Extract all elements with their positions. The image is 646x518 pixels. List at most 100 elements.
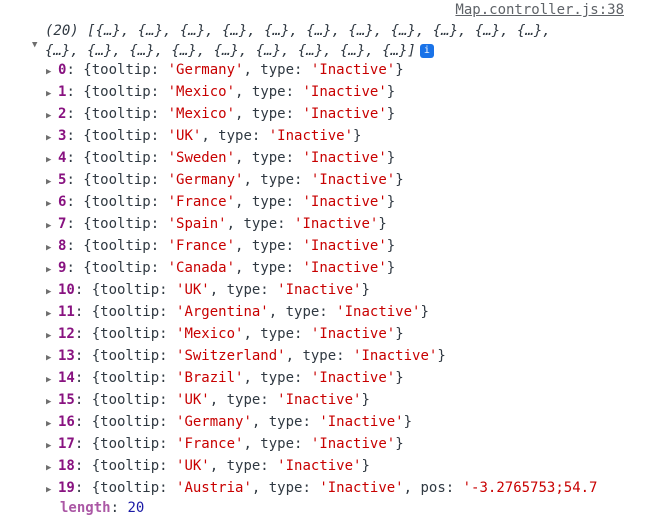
- type-value: 'Inactive': [310, 172, 396, 188]
- type-value: 'Inactive': [302, 238, 387, 254]
- expand-triangle-icon[interactable]: ▶: [46, 215, 58, 237]
- item-index: 11: [58, 304, 75, 320]
- tooltip-value: 'Mexico': [167, 106, 236, 122]
- tooltip-value: 'Mexico': [167, 84, 236, 100]
- item-index: 18: [58, 458, 75, 474]
- type-value: 'Inactive': [277, 282, 362, 298]
- array-item-row[interactable]: ▶ 6: {tooltip: 'France', type: 'Inactive'…: [46, 191, 597, 213]
- tooltip-value: 'Spain': [167, 216, 227, 232]
- tooltip-value: 'Germany': [167, 172, 244, 188]
- array-item-row[interactable]: ▶ 2: {tooltip: 'Mexico', type: 'Inactive'…: [46, 103, 597, 125]
- expand-triangle-icon[interactable]: ▶: [46, 457, 58, 479]
- item-index: 13: [58, 348, 75, 364]
- type-value: 'Inactive': [336, 304, 421, 320]
- item-index: 10: [58, 282, 75, 298]
- tooltip-value: 'Austria': [176, 480, 252, 496]
- tooltip-value: 'Argentina': [176, 304, 269, 320]
- type-value: 'Inactive': [302, 106, 387, 122]
- expand-triangle-icon[interactable]: ▶: [46, 303, 58, 325]
- tooltip-value: 'Mexico': [176, 326, 244, 342]
- type-value: 'Inactive': [277, 392, 362, 408]
- type-value: 'Inactive': [310, 62, 396, 78]
- expand-triangle-icon[interactable]: ▼: [32, 35, 37, 55]
- array-item-row[interactable]: ▶ 8: {tooltip: 'France', type: 'Inactive'…: [46, 235, 597, 257]
- array-item-row[interactable]: ▶ 4: {tooltip: 'Sweden', type: 'Inactive'…: [46, 147, 597, 169]
- type-value: 'Inactive': [277, 458, 362, 474]
- item-index: 15: [58, 392, 75, 408]
- tooltip-value: 'France': [176, 436, 244, 452]
- array-items: ▶ 0: {tooltip: 'Germany', type: 'Inactive…: [46, 59, 597, 499]
- item-index: 17: [58, 436, 75, 452]
- array-item-row[interactable]: ▶ 12: {tooltip: 'Mexico', type: 'Inactive…: [46, 323, 597, 345]
- expand-triangle-icon[interactable]: ▶: [46, 237, 58, 259]
- type-value: 'Inactive': [353, 348, 438, 364]
- expand-triangle-icon[interactable]: ▶: [46, 413, 58, 435]
- pos-value: '-3.2765753;54.7: [462, 480, 598, 496]
- source-link[interactable]: Map.controller.js:38: [455, 0, 624, 20]
- length-value: 20: [127, 500, 145, 516]
- expand-triangle-icon[interactable]: ▶: [46, 435, 58, 457]
- type-value: 'Inactive': [319, 480, 404, 496]
- tooltip-value: 'UK': [176, 392, 210, 408]
- type-value: 'Inactive': [302, 260, 387, 276]
- item-index: 19: [58, 480, 75, 496]
- array-item-row[interactable]: ▶ 15: {tooltip: 'UK', type: 'Inactive'}: [46, 389, 597, 411]
- expand-triangle-icon[interactable]: ▶: [46, 193, 58, 215]
- type-value: 'Inactive': [302, 150, 387, 166]
- tooltip-value: 'UK': [176, 458, 210, 474]
- expand-triangle-icon[interactable]: ▶: [46, 325, 58, 347]
- tooltip-value: 'Germany': [167, 62, 244, 78]
- tooltip-value: 'Germany': [176, 414, 252, 430]
- tooltip-value: 'UK': [167, 128, 202, 144]
- array-item-row[interactable]: ▶ 19: {tooltip: 'Austria', type: 'Inactiv…: [46, 477, 597, 499]
- expand-triangle-icon[interactable]: ▶: [46, 281, 58, 303]
- type-value: 'Inactive': [319, 414, 404, 430]
- expand-triangle-icon[interactable]: ▶: [46, 259, 58, 281]
- item-index: 12: [58, 326, 75, 342]
- expand-triangle-icon[interactable]: ▶: [46, 369, 58, 391]
- array-item-row[interactable]: ▶ 9: {tooltip: 'Canada', type: 'Inactive'…: [46, 257, 597, 279]
- array-item-row[interactable]: ▶ 18: {tooltip: 'UK', type: 'Inactive'}: [46, 455, 597, 477]
- array-item-row[interactable]: ▶ 17: {tooltip: 'France', type: 'Inactive…: [46, 433, 597, 455]
- array-item-row[interactable]: ▶ 16: {tooltip: 'Germany', type: 'Inactiv…: [46, 411, 597, 433]
- expand-triangle-icon[interactable]: ▶: [46, 171, 58, 193]
- tooltip-value: 'France': [167, 238, 236, 254]
- tooltip-value: 'France': [167, 194, 236, 210]
- array-item-row[interactable]: ▶ 13: {tooltip: 'Switzerland', type: 'Ina…: [46, 345, 597, 367]
- expand-triangle-icon[interactable]: ▶: [46, 105, 58, 127]
- array-item-row[interactable]: ▶ 0: {tooltip: 'Germany', type: 'Inactive…: [46, 59, 597, 81]
- type-value: 'Inactive': [294, 216, 379, 232]
- type-value: 'Inactive': [310, 436, 396, 452]
- item-index: 14: [58, 370, 75, 386]
- array-item-row[interactable]: ▶ 5: {tooltip: 'Germany', type: 'Inactive…: [46, 169, 597, 191]
- item-index: 16: [58, 414, 75, 430]
- array-summary-line1: (20) [{…}, {…}, {…}, {…}, {…}, {…}, {…},…: [45, 23, 551, 39]
- tooltip-value: 'Canada': [167, 260, 236, 276]
- tooltip-value: 'Brazil': [176, 370, 244, 386]
- array-item-row[interactable]: ▶ 10: {tooltip: 'UK', type: 'Inactive'}: [46, 279, 597, 301]
- array-item-row[interactable]: ▶ 1: {tooltip: 'Mexico', type: 'Inactive'…: [46, 81, 597, 103]
- array-item-row[interactable]: ▶ 3: {tooltip: 'UK', type: 'Inactive'}: [46, 125, 597, 147]
- expand-triangle-icon[interactable]: ▶: [46, 127, 58, 149]
- type-value: 'Inactive': [310, 370, 396, 386]
- length-key: length: [60, 500, 111, 516]
- type-value: 'Inactive': [310, 326, 396, 342]
- type-value: 'Inactive': [268, 128, 354, 144]
- expand-triangle-icon[interactable]: ▶: [46, 479, 58, 501]
- array-summary-line2: {…}, {…}, {…}, {…}, {…}, {…}, {…}, {…}, …: [45, 43, 416, 59]
- expand-triangle-icon[interactable]: ▶: [46, 61, 58, 83]
- info-icon[interactable]: i: [419, 44, 434, 58]
- array-item-row[interactable]: ▶ 11: {tooltip: 'Argentina', type: 'Inact…: [46, 301, 597, 323]
- expand-triangle-icon[interactable]: ▶: [46, 149, 58, 171]
- tooltip-value: 'UK': [176, 282, 210, 298]
- type-value: 'Inactive': [302, 194, 387, 210]
- array-item-row[interactable]: ▶ 7: {tooltip: 'Spain', type: 'Inactive'}: [46, 213, 597, 235]
- length-property: length: 20: [60, 500, 145, 516]
- tooltip-value: 'Switzerland': [176, 348, 286, 364]
- array-item-row[interactable]: ▶ 14: {tooltip: 'Brazil', type: 'Inactive…: [46, 367, 597, 389]
- expand-triangle-icon[interactable]: ▶: [46, 347, 58, 369]
- expand-triangle-icon[interactable]: ▶: [46, 391, 58, 413]
- expand-triangle-icon[interactable]: ▶: [46, 83, 58, 105]
- tooltip-value: 'Sweden': [167, 150, 236, 166]
- type-value: 'Inactive': [302, 84, 387, 100]
